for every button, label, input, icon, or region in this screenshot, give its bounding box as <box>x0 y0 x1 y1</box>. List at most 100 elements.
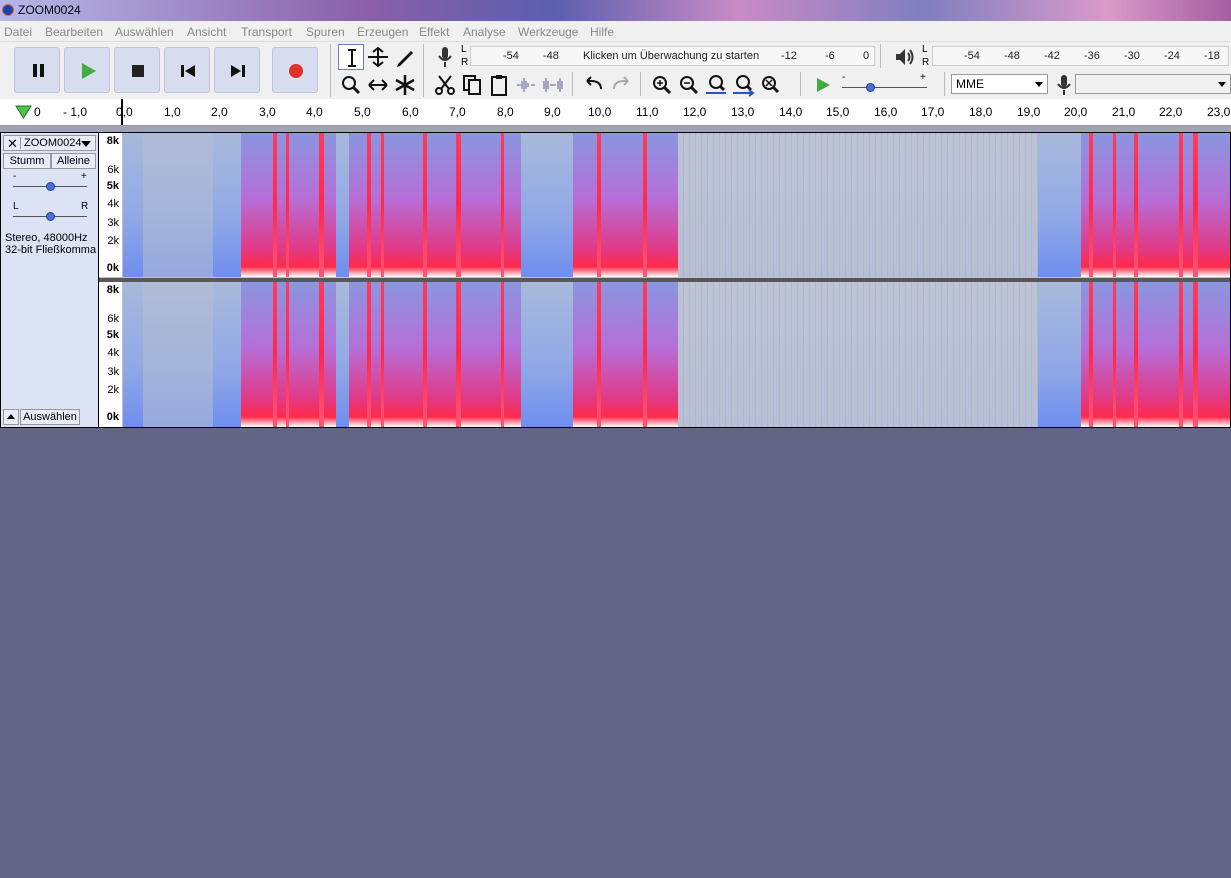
select-track-button[interactable]: Auswählen <box>20 409 80 425</box>
skip-to-start-button[interactable] <box>164 47 210 93</box>
pause-button[interactable] <box>14 47 60 93</box>
menu-transport[interactable]: Transport <box>241 25 292 39</box>
freq-label: 5k <box>106 329 119 341</box>
multi-tool[interactable] <box>392 72 418 98</box>
frequency-scale-right[interactable]: 8k 6k 5k 4k 3k 2k 0k <box>99 282 122 427</box>
play-button[interactable] <box>64 47 110 93</box>
record-meter-right-label: R <box>461 57 469 68</box>
menu-bar: Datei Bearbeiten Auswählen Ansicht Trans… <box>0 21 1231 42</box>
gain-slider-thumb[interactable] <box>46 182 55 191</box>
meter-tick: -42 <box>1044 50 1060 62</box>
cut-button[interactable] <box>432 72 458 98</box>
ruler-label: 16,0 <box>874 105 898 119</box>
asterisk-icon <box>395 75 415 95</box>
freq-label: 4k <box>107 347 119 359</box>
zoom-toggle-button[interactable] <box>757 72 783 98</box>
fit-selection-button[interactable] <box>703 72 729 98</box>
track-name-menu[interactable]: ✕ ZOOM0024 <box>3 135 96 151</box>
meter-tick: -54 <box>503 50 519 62</box>
skip-start-icon <box>181 65 195 77</box>
zoom-tool[interactable] <box>338 72 364 98</box>
paste-button[interactable] <box>486 72 512 98</box>
record-meter[interactable]: -54 -48 Klicken um Überwachung zu starte… <box>470 46 875 66</box>
play-head-icon[interactable] <box>15 104 33 120</box>
ruler-label: 7,0 <box>449 105 466 119</box>
freq-label: 3k <box>107 217 119 229</box>
ruler-label: 8,0 <box>497 105 514 119</box>
trim-audio-button[interactable] <box>513 72 539 98</box>
record-button[interactable] <box>272 47 318 93</box>
playback-meter[interactable]: -54 -48 -42 -36 -30 -24 -18 <box>932 46 1229 66</box>
play-icon <box>82 63 96 79</box>
magnifier-icon <box>342 76 361 95</box>
menu-datei[interactable]: Datei <box>4 25 32 39</box>
stop-button[interactable] <box>114 47 160 93</box>
meter-tick: -24 <box>1164 50 1180 62</box>
fit-project-button[interactable] <box>730 72 756 98</box>
freq-label: 0k <box>106 411 119 423</box>
record-meter-button[interactable] <box>432 44 458 70</box>
redo-button[interactable] <box>608 72 634 98</box>
close-icon[interactable]: ✕ <box>7 136 18 152</box>
speed-plus-label: + <box>920 72 926 83</box>
freq-label: 8k <box>106 135 119 147</box>
redo-icon <box>613 76 629 90</box>
pan-slider-thumb[interactable] <box>46 212 55 221</box>
frequency-scale-left[interactable]: 8k 6k 5k 4k 3k 2k 0k <box>99 133 122 277</box>
envelope-tool[interactable] <box>365 44 391 70</box>
copy-button[interactable] <box>459 72 485 98</box>
menu-erzeugen[interactable]: Erzeugen <box>357 25 408 39</box>
menu-ansicht[interactable]: Ansicht <box>187 25 226 39</box>
speed-slider-thumb[interactable] <box>866 83 875 92</box>
silence-audio-button[interactable] <box>540 72 566 98</box>
menu-effekt[interactable]: Effekt <box>419 25 449 39</box>
spectrogram-right-channel[interactable] <box>123 282 1230 427</box>
mute-button[interactable]: Stumm <box>3 153 51 169</box>
play-at-speed-button[interactable] <box>810 72 836 98</box>
ruler-label: 5,0 <box>354 105 371 119</box>
spectrogram-left-channel[interactable] <box>123 133 1230 277</box>
zoom-out-button[interactable] <box>676 72 702 98</box>
skip-to-end-button[interactable] <box>214 47 260 93</box>
fit-selection-icon <box>706 75 726 94</box>
menu-werkzeuge[interactable]: Werkzeuge <box>518 25 578 39</box>
i-beam-icon <box>348 49 356 67</box>
zoom-in-button[interactable] <box>649 72 675 98</box>
silence-icon <box>543 78 563 92</box>
fit-project-icon <box>733 75 755 97</box>
track-name: ZOOM0024 <box>24 137 82 149</box>
freq-label: 0k <box>106 262 119 274</box>
ruler-label: 0,0 <box>116 105 133 119</box>
freq-label: 8k <box>106 284 119 296</box>
ruler-label: 9,0 <box>544 105 561 119</box>
playback-meter-button[interactable] <box>891 44 917 70</box>
speed-minus-label: - <box>842 72 846 83</box>
skip-end-icon <box>231 65 245 77</box>
speaker-icon <box>896 49 914 65</box>
freq-label: 6k <box>107 164 119 176</box>
menu-analyse[interactable]: Analyse <box>463 25 506 39</box>
audio-host-select[interactable]: MME <box>951 74 1048 94</box>
input-device-select[interactable] <box>1075 74 1231 94</box>
time-shift-tool[interactable] <box>365 72 391 98</box>
envelope-icon <box>368 46 388 68</box>
audio-host-value: MME <box>956 77 984 91</box>
menu-spuren[interactable]: Spuren <box>306 25 345 39</box>
empty-track-area[interactable] <box>0 428 1231 878</box>
audio-track[interactable]: ✕ ZOOM0024 Stumm Alleine - + L R Stereo,… <box>0 132 1231 428</box>
draw-tool[interactable] <box>392 44 418 70</box>
ruler-label: 10,0 <box>588 105 612 119</box>
menu-bearbeiten[interactable]: Bearbeiten <box>45 25 103 39</box>
record-monitor-hint: Klicken um Überwachung zu starten <box>583 50 760 62</box>
zoom-out-icon <box>680 76 699 95</box>
menu-auswaehlen[interactable]: Auswählen <box>115 25 174 39</box>
track-control-panel[interactable]: ✕ ZOOM0024 Stumm Alleine - + L R Stereo,… <box>1 133 99 427</box>
timeline-ruler[interactable]: 0 - 1,0 0,0 1,0 2,0 3,0 4,0 5,0 6,0 7,0 … <box>0 99 1231 126</box>
solo-button[interactable]: Alleine <box>51 153 96 169</box>
selection-tool[interactable] <box>338 44 364 70</box>
ruler-label: 6,0 <box>402 105 419 119</box>
collapse-track-button[interactable] <box>3 409 19 425</box>
meter-tick: -36 <box>1084 50 1100 62</box>
menu-hilfe[interactable]: Hilfe <box>590 25 614 39</box>
undo-button[interactable] <box>581 72 607 98</box>
